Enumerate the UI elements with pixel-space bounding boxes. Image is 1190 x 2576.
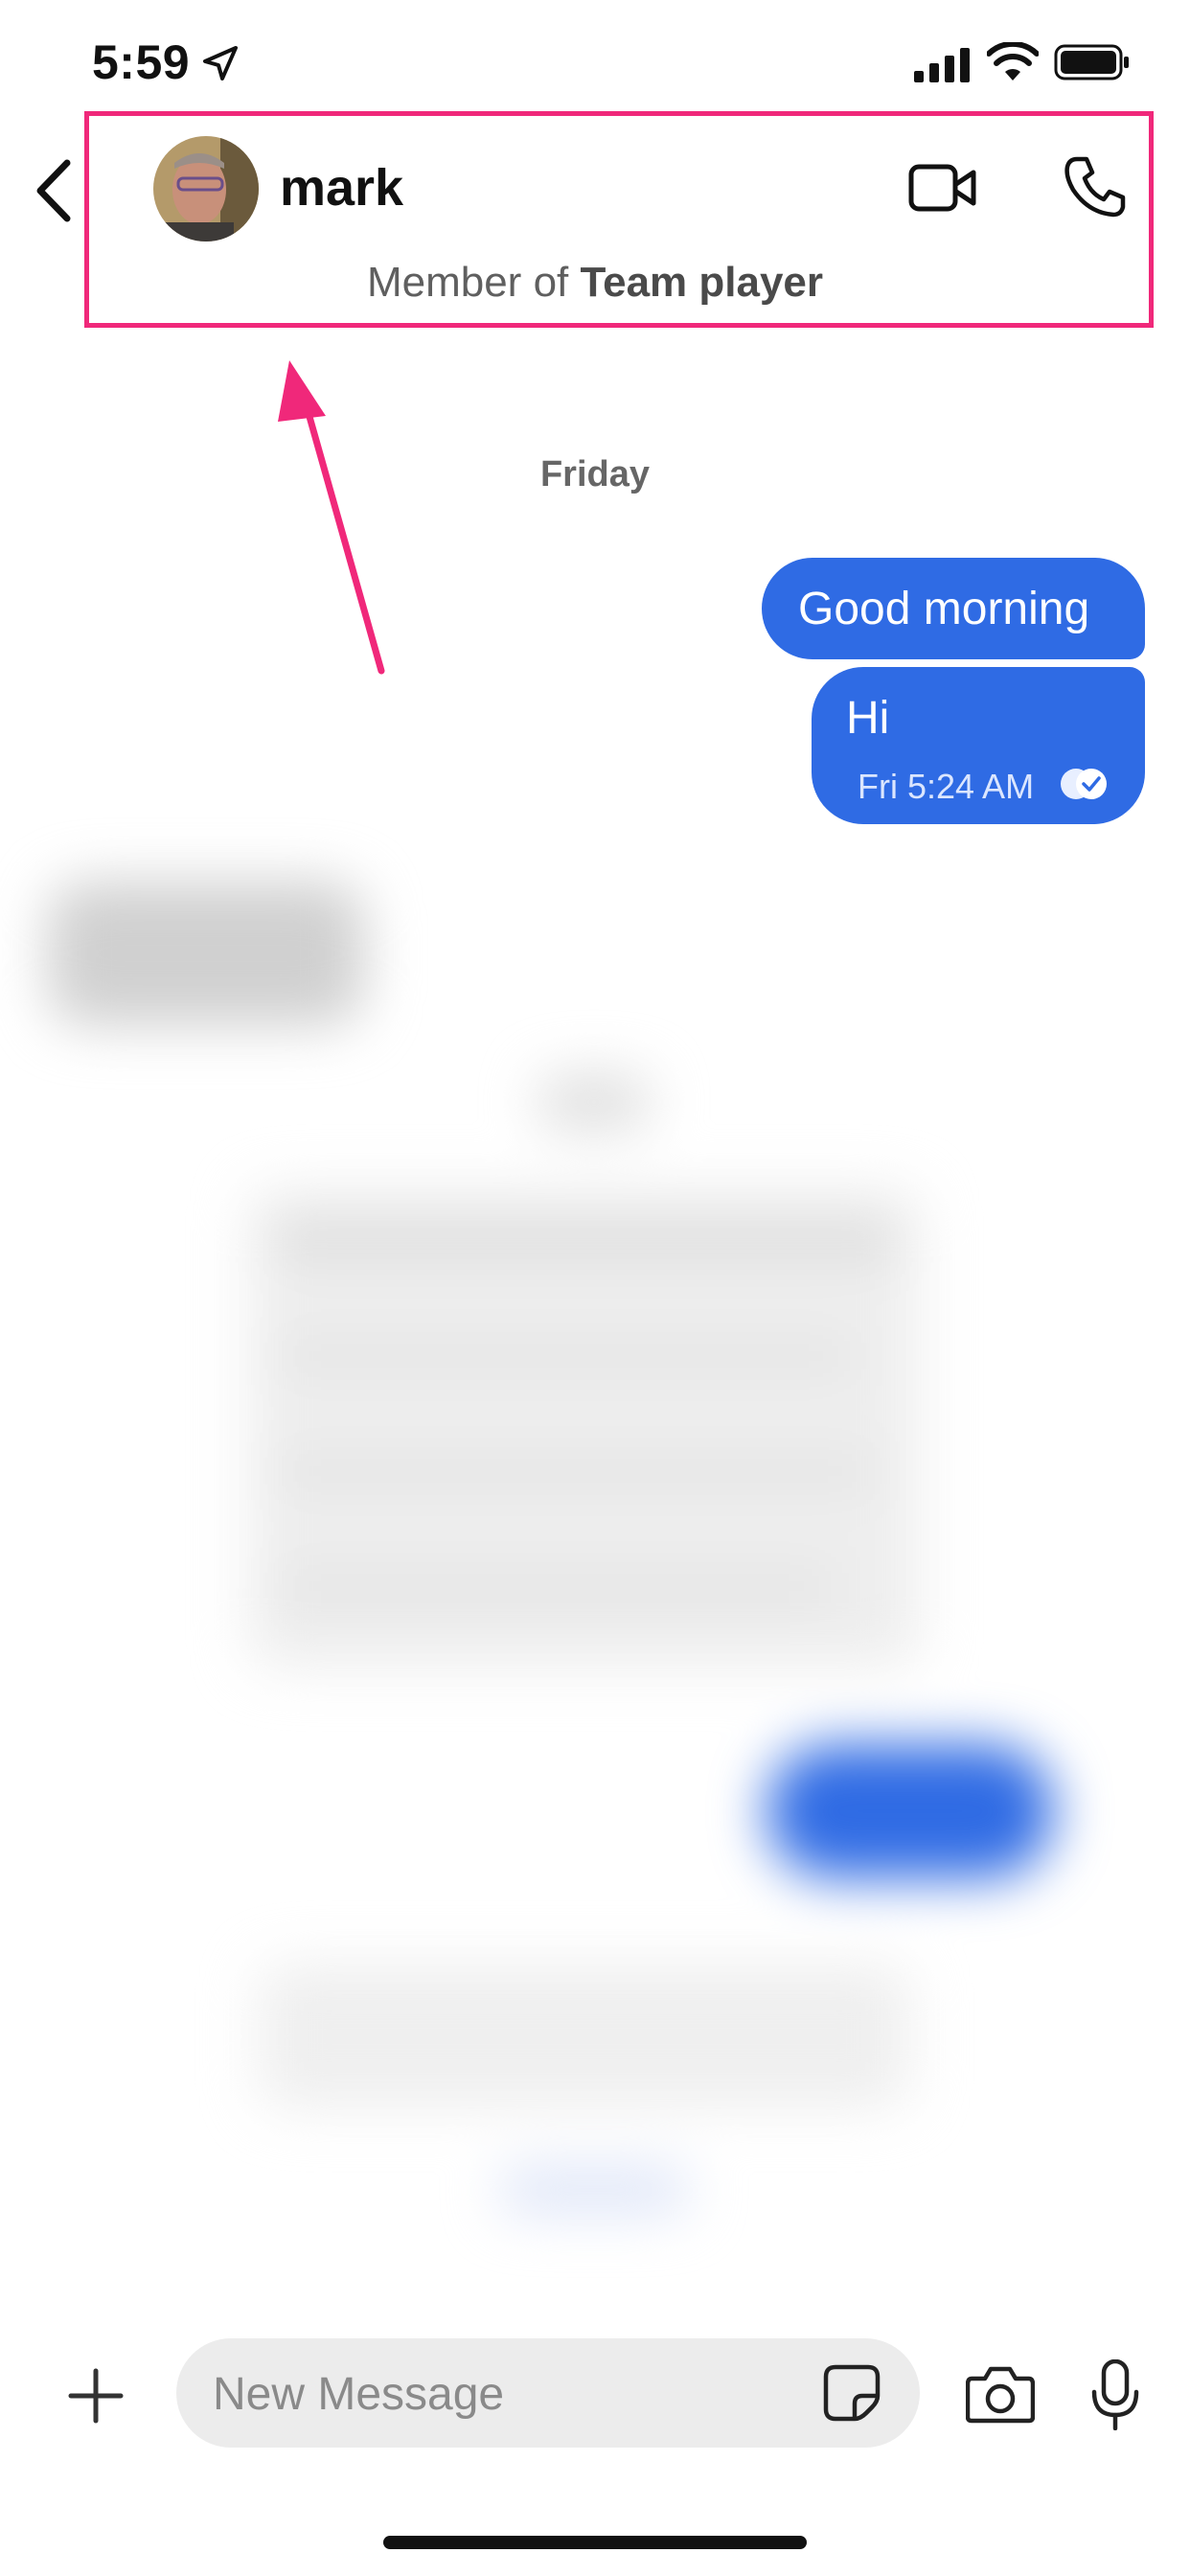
- annotation-arrow: [278, 360, 385, 675]
- location-arrow-icon: [203, 46, 238, 80]
- home-indicator[interactable]: [383, 2536, 807, 2549]
- signal-icon: [914, 48, 970, 82]
- message-input[interactable]: [211, 2338, 790, 2450]
- blurred-content: [0, 843, 1190, 2338]
- camera-icon[interactable]: [966, 2363, 1035, 2425]
- message-text: Good morning: [798, 584, 1090, 634]
- read-receipt-icon: [1061, 769, 1107, 799]
- plus-icon[interactable]: [67, 2367, 125, 2425]
- message-timestamp: Fri 5:24 AM: [858, 767, 1035, 806]
- microphone-icon[interactable]: [1090, 2359, 1140, 2430]
- day-separator: Friday: [539, 454, 651, 494]
- message-bubble-sent[interactable]: Good morning: [762, 558, 1145, 659]
- back-icon[interactable]: [29, 157, 79, 224]
- status-time: 5:59: [92, 35, 191, 89]
- sticker-icon[interactable]: [822, 2363, 881, 2423]
- message-text: Hi: [846, 693, 890, 744]
- battery-icon: [1054, 44, 1129, 80]
- message-input-field[interactable]: [176, 2338, 920, 2450]
- wifi-icon: [987, 42, 1039, 80]
- message-bubble-sent[interactable]: Hi Fri 5:24 AM: [812, 667, 1145, 824]
- annotation-highlight-box: [84, 111, 1154, 328]
